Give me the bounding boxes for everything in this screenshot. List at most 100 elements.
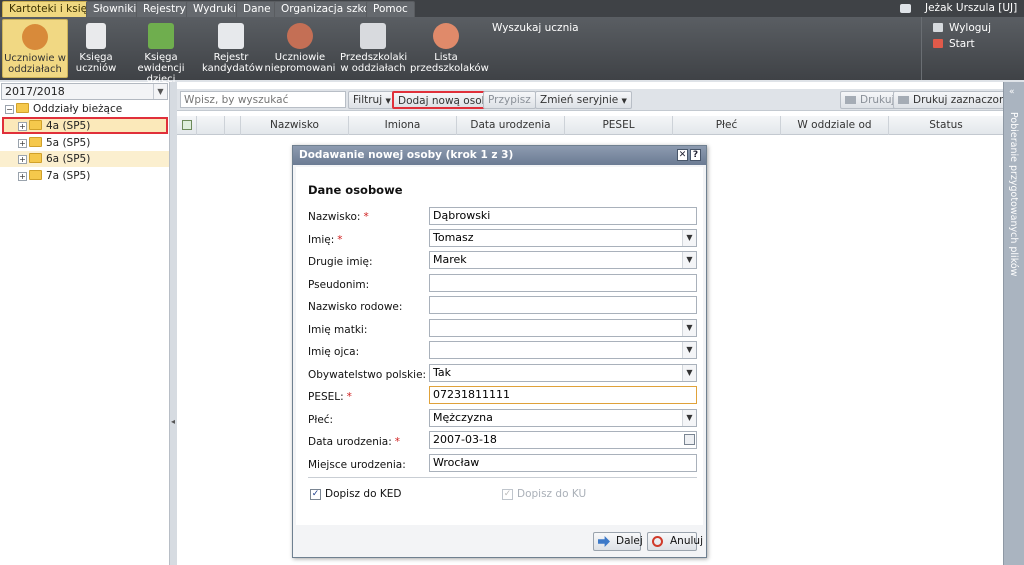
preschoolers-list-button[interactable]: Lista przedszkolaków [410, 19, 489, 78]
plec-select[interactable]: Mężczyzna ▼ [429, 409, 697, 427]
drugie-imie-select[interactable]: Marek ▼ [429, 251, 697, 269]
select-all-checkbox[interactable] [177, 116, 197, 135]
expand-icon[interactable]: + [18, 172, 27, 181]
column-pesel[interactable]: PESEL [565, 116, 673, 135]
next-button[interactable]: Dalej [593, 532, 643, 551]
tree-item-6a[interactable]: +6a (SP5) [18, 151, 90, 167]
filter-button[interactable]: Filtruj ▼ [348, 91, 396, 109]
label-text: Imię: [308, 234, 335, 246]
pesel-field[interactable]: 07231811111 [429, 386, 697, 404]
help-icon[interactable]: ? [690, 149, 701, 161]
expand-icon[interactable]: + [18, 155, 27, 164]
assign-button[interactable]: Przypisz [483, 91, 536, 109]
imie-matki-select[interactable]: ▼ [429, 319, 697, 337]
label-imie: Imię: * [308, 234, 343, 246]
tree-item-5a[interactable]: +5a (SP5) [18, 135, 90, 151]
dopisz-ku-checkbox: ✓ [502, 489, 513, 500]
student-book-button[interactable]: Księga uczniów [72, 19, 120, 78]
column-status[interactable]: Status [889, 116, 1003, 135]
chevron-down-icon[interactable]: ▼ [682, 342, 696, 358]
start-link[interactable]: Start [933, 38, 975, 50]
imie-select[interactable]: Tomasz ▼ [429, 229, 697, 247]
menu-tab-dane[interactable]: Dane [236, 1, 278, 17]
close-icon[interactable]: ✕ [677, 149, 688, 161]
chevron-down-icon[interactable]: ▼ [682, 410, 696, 426]
register-icon [218, 23, 244, 49]
collapse-left-icon[interactable]: ◂ [171, 417, 175, 426]
cancel-button[interactable]: Anuluj [647, 532, 703, 551]
tree-item-4a[interactable]: +4a (SP5) [18, 118, 90, 134]
change-serial-label: Zmień seryjnie [540, 94, 619, 106]
student-down-icon [287, 23, 313, 49]
pseudonim-field[interactable] [429, 274, 697, 292]
logout-icon [933, 23, 943, 32]
tree-root[interactable]: − Oddziały bieżące [5, 101, 122, 117]
nazwisko-field[interactable]: Dąbrowski [429, 207, 697, 225]
students-in-classes-button[interactable]: Uczniowie w oddziałach [2, 19, 68, 78]
nazwisko-rodowe-field[interactable] [429, 296, 697, 314]
change-serial-button[interactable]: Zmień seryjnie ▼ [535, 91, 632, 109]
print-selected-button[interactable]: Drukuj zaznaczone [893, 91, 1018, 109]
print-label: Drukuj [860, 94, 895, 106]
label-pseudonim: Pseudonim: [308, 279, 370, 291]
list-toolbar: Filtruj ▼ Dodaj nową osobę Przypisz Zmie… [177, 89, 1018, 111]
folder-icon [29, 137, 42, 147]
print-button[interactable]: Drukuj [840, 91, 900, 109]
student-icon [22, 24, 48, 50]
chat-icon[interactable] [900, 4, 911, 13]
field-value: Marek [433, 253, 467, 266]
chevron-down-icon[interactable]: ▼ [153, 84, 167, 99]
chevron-down-icon[interactable]: ▼ [682, 252, 696, 268]
search-student-link[interactable]: Wyszukaj ucznia [492, 22, 579, 34]
expand-icon[interactable]: + [18, 139, 27, 148]
label-nazwisko: Nazwisko: * [308, 211, 369, 223]
user-name: Jeżak Urszula [UJ] [925, 2, 1018, 14]
candidates-register-button[interactable]: Rejestr kandydatów [202, 19, 263, 78]
tree-item-label: 6a (SP5) [46, 153, 91, 165]
menu-tab-wydruki[interactable]: Wydruki [186, 1, 244, 17]
not-promoted-students-button[interactable]: Uczniowie niepromowani [264, 19, 336, 78]
school-year-select[interactable]: 2017/2018 ▼ [1, 83, 168, 100]
label-miejsce-urodzenia: Miejsce urodzenia: [308, 459, 406, 471]
label-pesel: PESEL: * [308, 391, 352, 403]
label-text: PESEL: [308, 391, 344, 403]
tree-item-7a[interactable]: +7a (SP5) [18, 168, 90, 184]
chevron-down-icon[interactable]: ▼ [682, 365, 696, 381]
column-nazwisko[interactable]: Nazwisko [241, 116, 349, 135]
preschoolers-in-classes-button[interactable]: Przedszkolaki w oddziałach [340, 19, 407, 78]
label-nazwisko-rodowe: Nazwisko rodowe: [308, 301, 403, 313]
tree-item-label: 5a (SP5) [46, 137, 91, 149]
printer-icon [845, 96, 856, 104]
cancel-label: Anuluj [670, 535, 703, 547]
grid-header: Nazwisko Imiona Data urodzenia PESEL Płe… [177, 116, 1003, 135]
calendar-icon[interactable] [684, 434, 695, 445]
column-w-oddziale-od[interactable]: W oddziale od [781, 116, 889, 135]
downloads-panel[interactable]: « Pobieranie przygotowanych plików [1003, 82, 1024, 565]
menu-tab-slowniki[interactable]: Słowniki [86, 1, 144, 17]
field-value: Tomasz [433, 231, 474, 244]
miejsce-urodzenia-field[interactable]: Wrocław [429, 454, 697, 472]
chevron-down-icon[interactable]: ▼ [682, 320, 696, 336]
panel-splitter[interactable]: ◂ [170, 82, 177, 565]
expand-icon[interactable]: + [18, 122, 27, 131]
tree-root-label: Oddziały bieżące [33, 103, 123, 115]
imie-ojca-select[interactable]: ▼ [429, 341, 697, 359]
children-register-book-button[interactable]: Księga ewidencji dzieci [124, 19, 198, 85]
column-plec[interactable]: Płeć [673, 116, 781, 135]
chevron-down-icon[interactable]: ▼ [682, 230, 696, 246]
dialog-titlebar[interactable]: Dodawanie nowej osoby (krok 1 z 3) ✕ ? [293, 146, 706, 165]
menu-tab-pomoc[interactable]: Pomoc [366, 1, 415, 17]
obywatelstwo-select[interactable]: Tak ▼ [429, 364, 697, 382]
folder-icon [29, 153, 42, 163]
logout-link[interactable]: Wyloguj [933, 22, 991, 34]
label-text: Nazwisko: [308, 211, 361, 223]
menu-tab-rejestry[interactable]: Rejestry [136, 1, 193, 17]
column-imiona[interactable]: Imiona [349, 116, 457, 135]
collapse-icon[interactable]: − [5, 105, 14, 114]
data-urodzenia-field[interactable]: 2007-03-18 [429, 431, 697, 449]
label-plec: Płeć: [308, 414, 334, 426]
dopisz-ked-checkbox[interactable]: ✓ [310, 489, 321, 500]
column-data-urodzenia[interactable]: Data urodzenia [457, 116, 565, 135]
search-input[interactable] [180, 91, 346, 108]
expand-panel-icon[interactable]: « [1009, 87, 1015, 97]
